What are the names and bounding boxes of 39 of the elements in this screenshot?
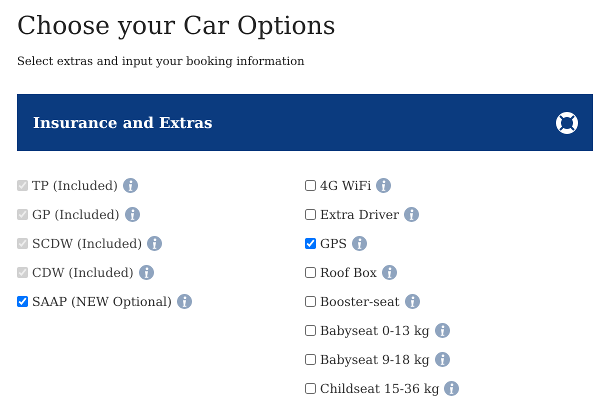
info-icon[interactable] (138, 265, 154, 280)
info-icon[interactable] (434, 323, 450, 338)
info-icon[interactable] (176, 294, 192, 309)
option-label: 4G WiFi (320, 178, 372, 193)
option-checkbox[interactable] (305, 296, 316, 307)
info-icon[interactable] (376, 178, 392, 193)
option-label: Babyseat 0-13 kg (320, 323, 430, 338)
option-label: TP (Included) (32, 178, 118, 193)
option-label: SCDW (Included) (32, 236, 142, 251)
panel-title: Insurance and Extras (33, 114, 212, 132)
option-checkbox[interactable] (305, 209, 316, 220)
option-label: Extra Driver (320, 207, 400, 222)
option-label: Childseat 15-36 kg (320, 381, 440, 396)
option-checkbox[interactable] (305, 238, 316, 249)
info-icon[interactable] (147, 236, 162, 251)
option-checkbox[interactable] (305, 325, 316, 336)
info-icon[interactable] (404, 207, 420, 222)
option-label: Roof Box (320, 265, 377, 280)
option-label: Babyseat 9-18 kg (320, 352, 430, 367)
info-icon[interactable] (124, 207, 140, 222)
option-label: CDW (Included) (32, 265, 134, 280)
info-icon[interactable] (382, 265, 397, 280)
option-checkbox[interactable] (305, 180, 316, 191)
option-label: GP (Included) (32, 207, 120, 222)
info-icon[interactable] (404, 294, 420, 309)
option-label: GPS (320, 236, 347, 251)
option-checkbox[interactable] (305, 354, 316, 365)
lifebuoy-icon (555, 110, 579, 134)
option-checkbox[interactable] (17, 296, 28, 307)
option-checkbox[interactable] (305, 383, 316, 394)
option-checkbox[interactable] (305, 267, 316, 278)
option-label: SAAP (NEW Optional) (32, 294, 172, 309)
info-icon[interactable] (352, 236, 367, 251)
page-title: Choose your Car Options (17, 10, 337, 42)
info-icon[interactable] (444, 381, 460, 396)
info-icon[interactable] (122, 178, 138, 193)
page-subtitle: Select extras and input your booking information (17, 54, 306, 68)
option-label: Booster-seat (320, 294, 400, 309)
info-icon[interactable] (434, 352, 450, 367)
